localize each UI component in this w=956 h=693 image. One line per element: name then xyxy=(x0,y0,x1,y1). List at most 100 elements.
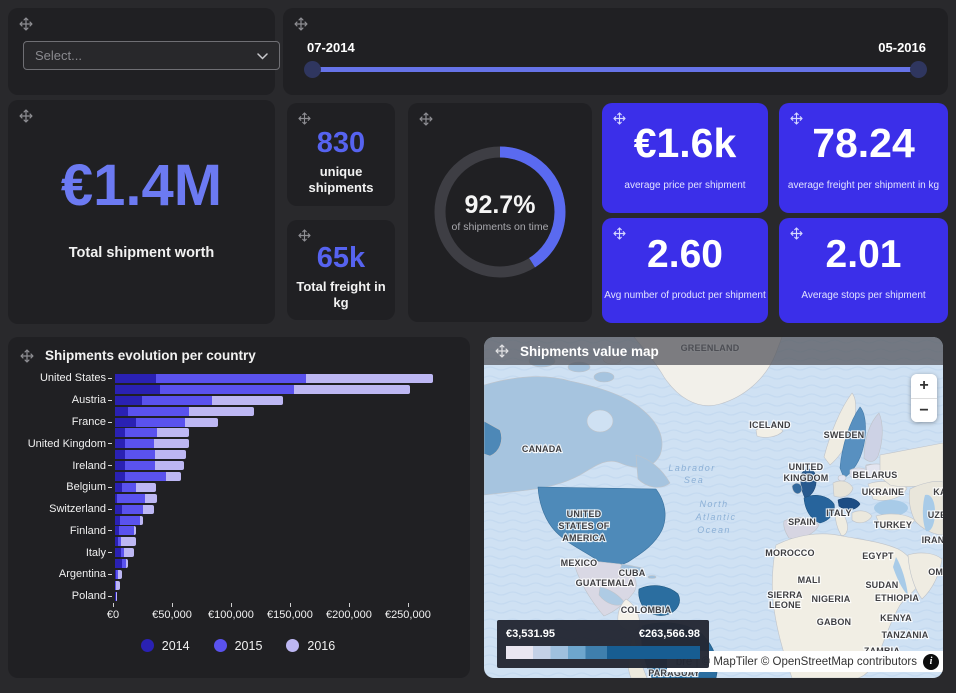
bar-segment-2016[interactable] xyxy=(121,537,136,546)
drag-handle-icon[interactable] xyxy=(419,112,433,126)
chevron-down-icon xyxy=(257,48,268,63)
bar-row xyxy=(18,406,458,417)
bar-segment-2016[interactable] xyxy=(154,439,189,448)
on-time-value: 92.7% xyxy=(465,191,536,220)
bar-segment-2016[interactable] xyxy=(145,494,157,503)
drag-handle-icon[interactable] xyxy=(613,227,627,241)
axis-tick xyxy=(106,465,115,466)
bar-segment-2016[interactable] xyxy=(140,516,143,525)
bar-segment-2016[interactable] xyxy=(124,548,134,557)
map-title: Shipments value map xyxy=(520,344,659,359)
drag-handle-icon[interactable] xyxy=(298,229,312,243)
bar-segment-2014[interactable] xyxy=(115,385,160,394)
slider-handle-end[interactable] xyxy=(910,61,927,78)
slider-handle-start[interactable] xyxy=(304,61,321,78)
info-icon[interactable]: i xyxy=(923,654,939,670)
map-label-atlantic: Atlantic xyxy=(695,512,737,522)
drag-handle-icon[interactable] xyxy=(294,17,308,31)
bar-row xyxy=(18,515,458,526)
bar-segment-2016[interactable] xyxy=(134,526,137,535)
bar-segment-2014[interactable] xyxy=(115,559,122,568)
map-label-sweden: SWEDEN xyxy=(824,430,865,440)
bar-row-label: United States xyxy=(18,372,106,384)
zoom-in-button[interactable]: + xyxy=(911,374,937,398)
map-label-ukraine: UKRAINE xyxy=(862,487,904,497)
bar-segment-2014[interactable] xyxy=(115,374,156,383)
bar-row: United Kingdom xyxy=(18,438,458,449)
unique-shipments-value: 830 xyxy=(287,127,395,160)
bar-segment-2014[interactable] xyxy=(115,439,125,448)
drag-handle-icon[interactable] xyxy=(20,349,34,363)
bar-segment-2015[interactable] xyxy=(119,526,134,535)
drag-handle-icon[interactable] xyxy=(613,112,627,126)
bar-row-label: Italy xyxy=(18,547,106,559)
bar-segment-2016[interactable] xyxy=(155,450,186,459)
bar-segment-2015[interactable] xyxy=(156,374,306,383)
bar-segment-2014[interactable] xyxy=(115,483,122,492)
drag-handle-icon[interactable] xyxy=(790,227,804,241)
map-label-uze: UZE xyxy=(928,510,943,520)
date-range-slider[interactable] xyxy=(310,67,921,72)
bar-segment-2015[interactable] xyxy=(125,439,154,448)
bar-row: Ireland xyxy=(18,460,458,471)
bar-segment-2016[interactable] xyxy=(189,407,254,416)
bar-segment-2016[interactable] xyxy=(116,592,117,601)
bar-segment-2016[interactable] xyxy=(136,483,157,492)
bar-segment-2016[interactable] xyxy=(157,428,189,437)
bar-segment-2014[interactable] xyxy=(115,505,122,514)
bar-track xyxy=(115,581,458,590)
zoom-out-button[interactable]: − xyxy=(911,398,937,422)
drag-handle-icon[interactable] xyxy=(495,344,509,358)
bar-track xyxy=(115,428,458,437)
bar-segment-2015[interactable] xyxy=(117,494,144,503)
bar-segment-2016[interactable] xyxy=(212,396,283,405)
map-legend-min: €3,531.95 xyxy=(506,628,555,640)
legend-item-2015[interactable]: 2015 xyxy=(214,639,263,653)
drag-handle-icon[interactable] xyxy=(298,112,312,126)
bar-segment-2016[interactable] xyxy=(143,505,153,514)
bar-chart-legend: 2014 2015 2016 xyxy=(18,639,458,653)
bar-segment-2016[interactable] xyxy=(116,581,120,590)
bar-segment-2014[interactable] xyxy=(115,418,136,427)
bar-segment-2015[interactable] xyxy=(128,407,190,416)
bar-segment-2016[interactable] xyxy=(185,418,218,427)
bar-segment-2015[interactable] xyxy=(125,450,156,459)
bar-segment-2016[interactable] xyxy=(306,374,434,383)
country-select[interactable]: Select... xyxy=(23,41,280,70)
bar-segment-2016[interactable] xyxy=(166,472,180,481)
drag-handle-icon[interactable] xyxy=(19,17,33,31)
bar-segment-2015[interactable] xyxy=(125,472,167,481)
bar-segment-2016[interactable] xyxy=(294,385,410,394)
date-range-card: 07-2014 05-2016 xyxy=(283,8,948,95)
bar-segment-2014[interactable] xyxy=(115,428,125,437)
map-label-states-of: STATES OF xyxy=(559,521,610,531)
bar-segment-2014[interactable] xyxy=(115,450,125,459)
bar-segment-2016[interactable] xyxy=(155,461,183,470)
map-label-nigeria: NIGERIA xyxy=(812,594,851,604)
bar-segment-2016[interactable] xyxy=(126,559,128,568)
axis-tick xyxy=(106,378,115,379)
legend-item-2016[interactable]: 2016 xyxy=(286,639,335,653)
bar-segment-2015[interactable] xyxy=(125,461,156,470)
bar-segment-2014[interactable] xyxy=(115,461,125,470)
x-tick-mark xyxy=(172,603,173,607)
map-label-north: North xyxy=(699,499,728,509)
bar-row: Italy xyxy=(18,547,458,558)
bar-segment-2015[interactable] xyxy=(142,396,212,405)
axis-tick xyxy=(106,400,115,401)
drag-handle-icon[interactable] xyxy=(790,112,804,126)
bar-segment-2015[interactable] xyxy=(136,418,186,427)
map-label-iceland: ICELAND xyxy=(749,420,791,430)
bar-segment-2014[interactable] xyxy=(115,472,125,481)
bar-segment-2014[interactable] xyxy=(115,407,128,416)
bar-segment-2016[interactable] xyxy=(118,570,123,579)
bar-segment-2015[interactable] xyxy=(122,483,135,492)
bar-segment-2015[interactable] xyxy=(160,385,294,394)
legend-item-2014[interactable]: 2014 xyxy=(141,639,190,653)
bar-segment-2014[interactable] xyxy=(115,396,142,405)
drag-handle-icon[interactable] xyxy=(19,109,33,123)
unique-shipments-label: unique shipments xyxy=(287,164,395,195)
bar-segment-2015[interactable] xyxy=(122,505,143,514)
bar-segment-2015[interactable] xyxy=(120,516,140,525)
bar-segment-2015[interactable] xyxy=(125,428,157,437)
